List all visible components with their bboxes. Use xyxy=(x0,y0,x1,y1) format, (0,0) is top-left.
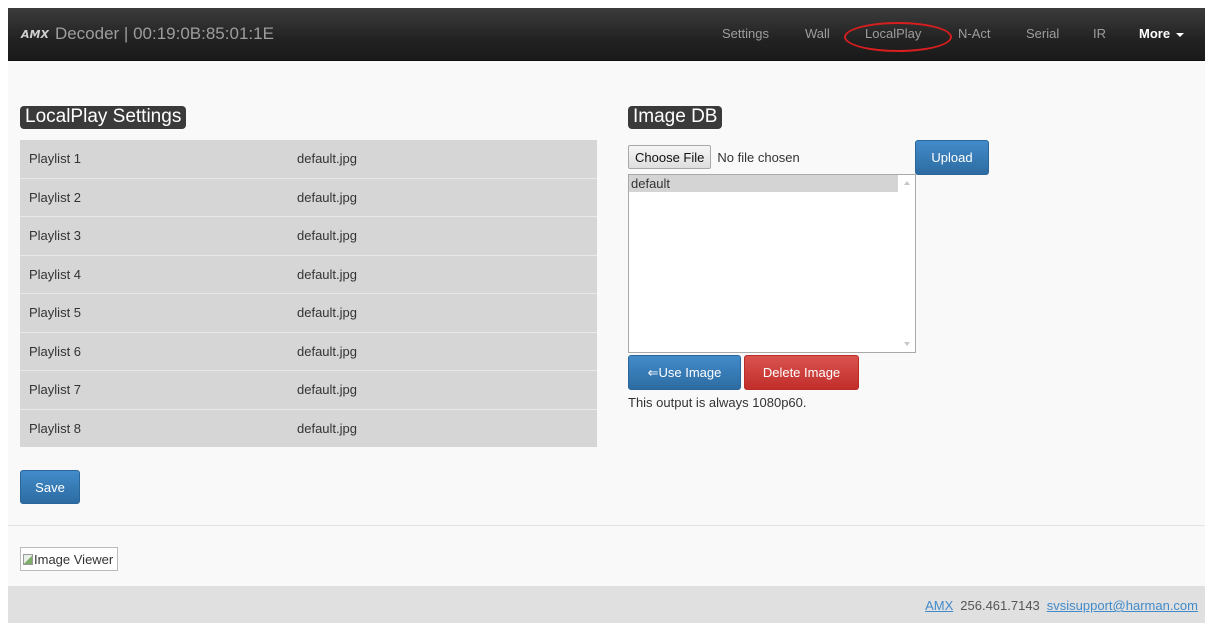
caret-down-icon xyxy=(1176,32,1185,37)
nav-localplay[interactable]: LocalPlay xyxy=(865,26,921,41)
image-viewer: Image Viewer xyxy=(20,547,119,571)
divider xyxy=(8,525,1205,526)
file-input[interactable]: Choose File No file chosen xyxy=(628,145,800,169)
playlist-row[interactable]: Playlist 4 default.jpg xyxy=(20,254,597,293)
nav-more-label: More xyxy=(1139,26,1171,41)
nav-n-act[interactable]: N-Act xyxy=(958,26,991,41)
top-navbar: AMX Decoder | 00:19:0B:85:01:1E Settings… xyxy=(8,8,1205,61)
playlist-image: default.jpg xyxy=(297,382,357,398)
playlist-image: default.jpg xyxy=(297,343,357,359)
upload-button[interactable]: Upload xyxy=(915,140,989,175)
image-db-heading: Image DB xyxy=(628,106,723,129)
nav-wall[interactable]: Wall xyxy=(805,26,830,41)
delete-image-button[interactable]: Delete Image xyxy=(744,355,859,390)
support-phone: 256.461.7143 xyxy=(960,598,1040,613)
choose-file-button[interactable]: Choose File xyxy=(628,145,712,169)
scroll-up-arrow-icon[interactable] xyxy=(904,181,910,185)
playlist-name: Playlist 1 xyxy=(29,151,82,167)
image-viewer-alt: Image Viewer xyxy=(34,551,114,567)
playlist-table: Playlist 1 default.jpg Playlist 2 defaul… xyxy=(20,140,597,447)
no-file-text: No file chosen xyxy=(717,149,800,165)
playlist-image: default.jpg xyxy=(297,228,357,244)
playlist-row[interactable]: Playlist 2 default.jpg xyxy=(20,177,597,216)
playlist-row[interactable]: Playlist 3 default.jpg xyxy=(20,216,597,255)
playlist-row[interactable]: Playlist 5 default.jpg xyxy=(20,293,597,332)
output-note: This output is always 1080p60. xyxy=(628,395,807,410)
playlist-row[interactable]: Playlist 1 default.jpg xyxy=(20,140,597,178)
playlist-name: Playlist 5 xyxy=(29,305,82,321)
company-link[interactable]: AMX xyxy=(925,598,953,613)
image-list[interactable]: default xyxy=(628,174,916,353)
broken-image-icon xyxy=(23,553,33,565)
playlist-row[interactable]: Playlist 8 default.jpg xyxy=(20,408,597,447)
amx-logo: AMX xyxy=(21,27,49,41)
localplay-heading: LocalPlay Settings xyxy=(20,106,187,129)
support-email-link[interactable]: svsisupport@harman.com xyxy=(1047,598,1198,613)
nav-more-dropdown[interactable]: More xyxy=(1139,26,1185,41)
save-button[interactable]: Save xyxy=(20,470,80,504)
playlist-image: default.jpg xyxy=(297,151,357,167)
playlist-name: Playlist 2 xyxy=(29,189,82,205)
playlist-row[interactable]: Playlist 7 default.jpg xyxy=(20,370,597,409)
image-list-option[interactable]: default xyxy=(629,175,898,192)
device-title: Decoder | 00:19:0B:85:01:1E xyxy=(54,24,274,43)
footer: AMX 256.461.7143 svsisupport@harman.com xyxy=(8,586,1205,623)
playlist-name: Playlist 7 xyxy=(29,382,82,398)
nav-serial[interactable]: Serial xyxy=(1026,26,1059,41)
playlist-name: Playlist 6 xyxy=(29,343,82,359)
playlist-name: Playlist 4 xyxy=(29,266,82,282)
playlist-name: Playlist 3 xyxy=(29,228,82,244)
playlist-image: default.jpg xyxy=(297,420,357,436)
playlist-image: default.jpg xyxy=(297,305,357,321)
playlist-name: Playlist 8 xyxy=(29,420,82,436)
nav-settings[interactable]: Settings xyxy=(722,26,769,41)
playlist-image: default.jpg xyxy=(297,189,357,205)
playlist-row[interactable]: Playlist 6 default.jpg xyxy=(20,331,597,370)
scroll-down-arrow-icon[interactable] xyxy=(904,342,910,346)
app-frame: AMX Decoder | 00:19:0B:85:01:1E Settings… xyxy=(8,8,1205,623)
use-image-button[interactable]: ⇐Use Image xyxy=(628,355,741,390)
playlist-image: default.jpg xyxy=(297,266,357,282)
brand[interactable]: AMX Decoder | 00:19:0B:85:01:1E xyxy=(21,24,274,44)
nav-ir[interactable]: IR xyxy=(1093,26,1106,41)
